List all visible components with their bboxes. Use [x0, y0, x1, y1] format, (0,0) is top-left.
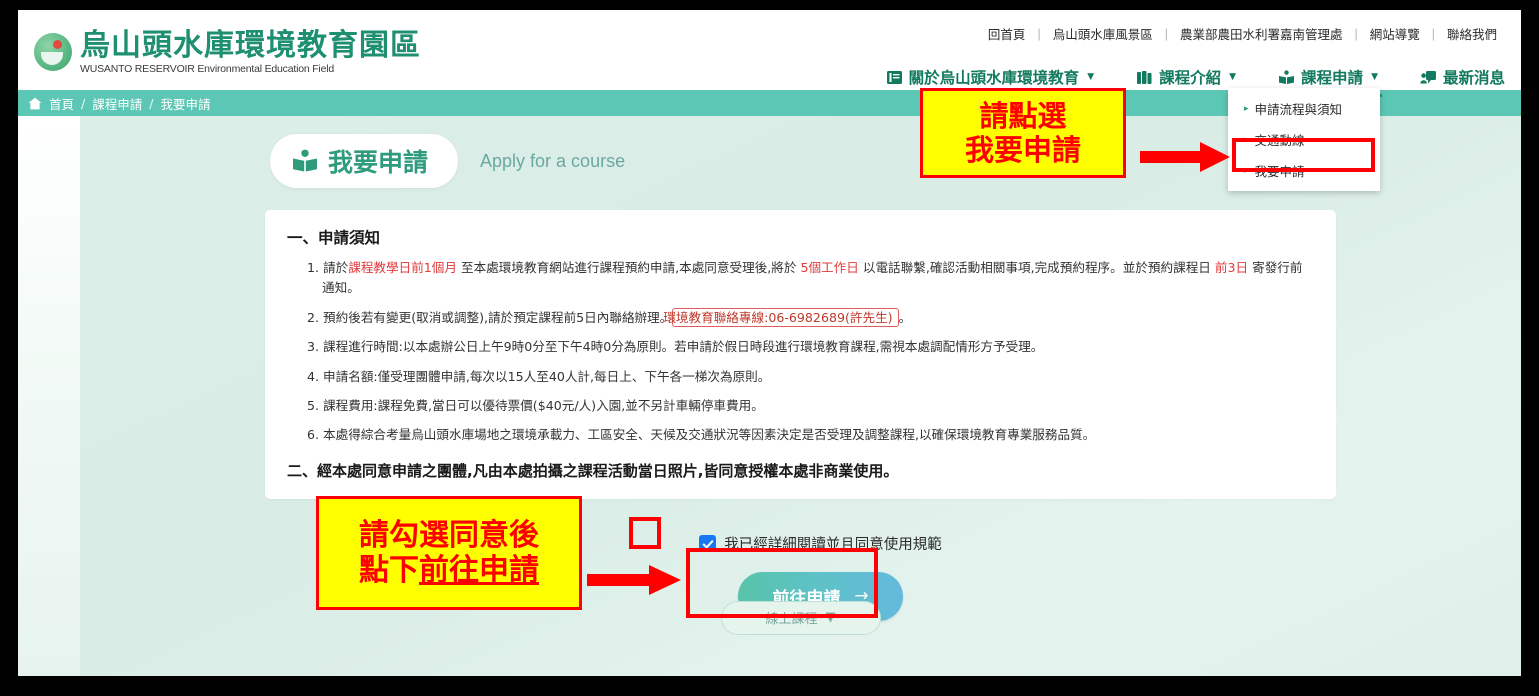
notice-text: 課程進行時間:以本處辦公日上午9時0分至下午4時0分為原則。若申請於假日時段進行…: [323, 339, 1044, 355]
nav-label-news: 最新消息: [1442, 69, 1505, 87]
notice-item-2: 2. 預約後若有變更(取消或調整),請於預定課程前5日內聯絡辦理。環境教育聯絡專…: [307, 307, 1314, 328]
annotation-click-apply: 請點選 我要申請: [920, 88, 1126, 178]
annotation-left-line2-underline: 前往申請: [419, 553, 539, 588]
chevron-down-icon: ▼: [1371, 72, 1378, 82]
book-list-icon: [886, 70, 902, 84]
notice-text: 本處得綜合考量烏山頭水庫場地之環境承載力、工區安全、天候及交通狀況等因素決定是否…: [323, 427, 1096, 443]
notice-text: 。: [898, 309, 912, 325]
open-book-icon: [1279, 69, 1295, 84]
annotation-top-line2: 我要申請: [964, 133, 1081, 167]
notice-item-4: 4. 申請名額:僅受理團體申請,每次以15人至40人計,每日上、下午各一梯次為原…: [307, 367, 1314, 387]
highlight-rect-checkbox: [629, 517, 661, 549]
notice-item-number: 4.: [307, 368, 320, 384]
contact-phone-box: 環境教育聯絡專線:06-6982689(許先生): [663, 307, 899, 327]
chevron-down-icon: ▼: [1229, 72, 1237, 82]
breadcrumb-item-home[interactable]: 首頁: [49, 94, 74, 113]
notice-item-1: 1. 請於課程教學日前1個月 至本處環境教育網站進行課程預約申請,本處同意受理後…: [307, 258, 1314, 299]
utility-link-agency[interactable]: 農業部農田水利署嘉南管理處: [1168, 24, 1355, 43]
utility-link-home[interactable]: 回首頁: [976, 24, 1038, 43]
notice-text: 請於: [323, 260, 349, 275]
logo-mark-icon: [34, 33, 72, 72]
logo-title-en: WUSANTO RESERVOIR Environmental Educatio…: [80, 62, 334, 75]
dropdown-item-process[interactable]: ▸ 申請流程與須知: [1228, 93, 1380, 124]
breadcrumb-separator: /: [149, 95, 154, 111]
site-logo[interactable]: 烏山頭水庫環境教育園區 WUSANTO RESERVOIR Environmen…: [34, 30, 421, 75]
nav-label-apply: 課程申請: [1301, 69, 1364, 87]
annotation-left-line2-pre: 點下: [359, 553, 419, 588]
notice-item-6: 6. 本處得綜合考量烏山頭水庫場地之環境承載力、工區安全、天候及交通狀況等因素決…: [307, 425, 1314, 445]
notice-list: 1. 請於課程教學日前1個月 至本處環境教育網站進行課程預約申請,本處同意受理後…: [287, 258, 1314, 446]
page-title-cn: 我要申請: [328, 148, 429, 177]
notice-item-number: 5.: [307, 397, 320, 413]
notice-section2-heading: 二、經本處同意申請之團體,凡由本處拍攝之課程活動當日照片,皆同意授權本處非商業使…: [287, 461, 899, 480]
open-book-icon: [293, 149, 317, 172]
annotation-arrow-left: [587, 565, 681, 595]
annotation-top-line1: 請點選: [979, 98, 1067, 133]
nav-label-courses: 課程介紹: [1159, 69, 1222, 87]
nav-item-courses[interactable]: 課程介紹 ▼: [1128, 60, 1244, 96]
notice-text: 以電話聯繫,確認活動相關事項,完成預約程序。並於預約課程日: [858, 260, 1215, 275]
notice-section1-heading: 一、申請須知: [287, 229, 381, 247]
notice-text: 申請名額:僅受理團體申請,每次以15人至40人計,每日上、下午各一梯次為原則。: [323, 368, 771, 384]
triangle-right-icon: ▸: [1244, 103, 1249, 114]
highlight-rect-submit-button: [686, 548, 878, 618]
news-person-icon: [1420, 70, 1436, 83]
annotation-left-line1: 請勾選同意後: [359, 517, 539, 553]
chevron-down-icon: ▼: [1087, 72, 1095, 82]
breadcrumb-item-current: 我要申請: [160, 96, 211, 112]
notice-card: 一、申請須知 1. 請於課程教學日前1個月 至本處環境教育網站進行課程預約申請,…: [265, 210, 1336, 499]
utility-link-contact[interactable]: 聯絡我們: [1435, 24, 1509, 43]
utility-link-sitemap[interactable]: 網站導覽: [1358, 24, 1432, 43]
notice-item-number: 3.: [307, 339, 320, 355]
notice-item-number: 2.: [307, 309, 320, 325]
utility-link-scenic-area[interactable]: 烏山頭水庫風景區: [1041, 24, 1165, 43]
home-icon: [28, 97, 42, 109]
notice-item-number: 6.: [307, 427, 320, 443]
logo-title-cn: 烏山頭水庫環境教育園區: [80, 28, 421, 63]
notice-text: 至本處環境教育網站進行課程預約申請,本處同意受理後,將於: [457, 260, 801, 275]
notice-text-highlight: 5個工作日: [800, 260, 859, 275]
breadcrumb-separator: /: [81, 95, 86, 111]
breadcrumb-item-apply-section[interactable]: 課程申請: [92, 94, 142, 113]
dropdown-label-process: 申請流程與須知: [1254, 102, 1343, 117]
annotation-arrow-top: [1140, 142, 1230, 172]
notice-item-5: 5. 課程費用:課程免費,當日可以優待票價($40元/人)入園,並不另計車輛停車…: [307, 396, 1314, 416]
highlight-rect-menu-item: [1232, 138, 1375, 172]
nav-item-news[interactable]: 最新消息: [1412, 60, 1513, 96]
page-title-pill: 我要申請: [270, 134, 459, 188]
notice-item-number: 1.: [307, 260, 320, 275]
notice-text: 課程費用:課程免費,當日可以優待票價($40元/人)入園,並不另計車輛停車費用。: [323, 397, 764, 413]
annotation-left-line2: 點下前往申請: [359, 553, 539, 588]
screenshot-root: 烏山頭水庫環境教育園區 WUSANTO RESERVOIR Environmen…: [0, 0, 1539, 696]
notice-item-3: 3. 課程進行時間:以本處辦公日上午9時0分至下午4時0分為原則。若申請於假日時…: [307, 337, 1314, 357]
notice-text: 預約後若有變更(取消或調整),請於預定課程前5日內聯絡辦理。: [323, 309, 673, 325]
nav-label-about: 關於烏山頭水庫環境教育: [908, 69, 1080, 87]
books-icon: [1137, 70, 1152, 84]
annotation-check-then-click: 請勾選同意後 點下前往申請: [316, 496, 582, 610]
page-content: 我要申請 Apply for a course 一、申請須知 1. 請於課程教學…: [80, 116, 1521, 635]
utility-links: 回首頁 | 烏山頭水庫風景區 | 農業部農田水利署嘉南管理處 | 網站導覽 | …: [976, 24, 1509, 43]
site-header: 烏山頭水庫環境教育園區 WUSANTO RESERVOIR Environmen…: [18, 10, 1521, 97]
notice-text-highlight: 課程教學日前1個月: [348, 260, 457, 275]
page-title-en: Apply for a course: [480, 150, 626, 171]
notice-text-highlight: 前3日: [1214, 260, 1249, 275]
